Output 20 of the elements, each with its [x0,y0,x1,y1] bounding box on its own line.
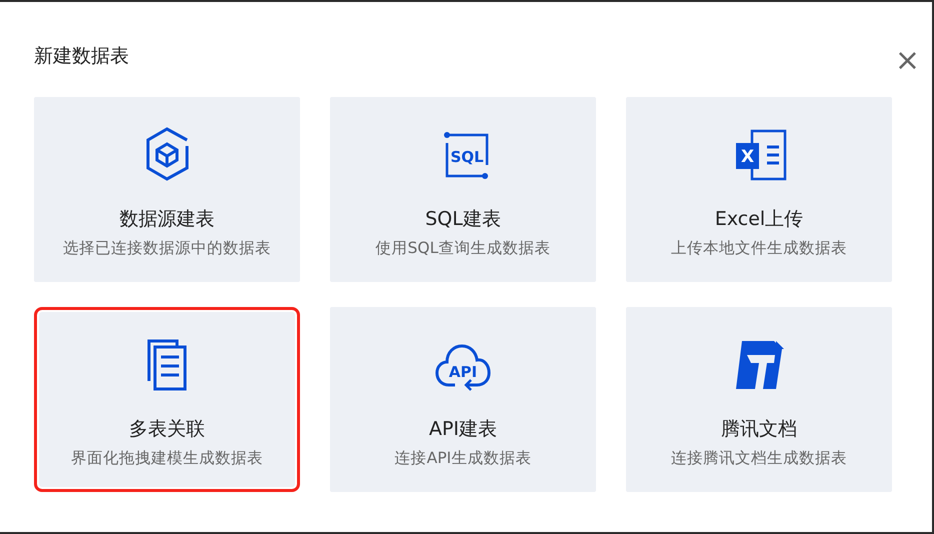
option-title: Excel上传 [714,207,804,231]
option-title: 多表关联 [129,417,205,441]
option-card[interactable]: 多表关联 界面化拖拽建模生成数据表 [34,307,300,492]
option-description: 上传本地文件生成数据表 [671,238,847,258]
option-card[interactable]: API API建表 连接API生成数据表 [330,307,596,492]
option-card[interactable]: 数据源建表 选择已连接数据源中的数据表 [34,97,300,282]
option-title: 腾讯文档 [721,417,797,441]
option-title: SQL建表 [425,207,501,231]
option-card[interactable]: 腾讯文档 连接腾讯文档生成数据表 [626,307,892,492]
close-button[interactable]: × [894,46,920,76]
option-description: 选择已连接数据源中的数据表 [63,238,271,258]
option-description: 界面化拖拽建模生成数据表 [71,448,263,468]
option-description: 使用SQL查询生成数据表 [376,238,550,258]
option-title: API建表 [428,417,498,441]
option-description: 连接腾讯文档生成数据表 [671,448,847,468]
option-description: 连接API生成数据表 [394,448,532,468]
option-card[interactable]: X Excel上传 上传本地文件生成数据表 [626,97,892,282]
option-card[interactable]: SQL SQL建表 使用SQL查询生成数据表 [330,97,596,282]
dialog-title: 新建数据表 [34,44,129,69]
option-title: 数据源建表 [120,207,214,231]
